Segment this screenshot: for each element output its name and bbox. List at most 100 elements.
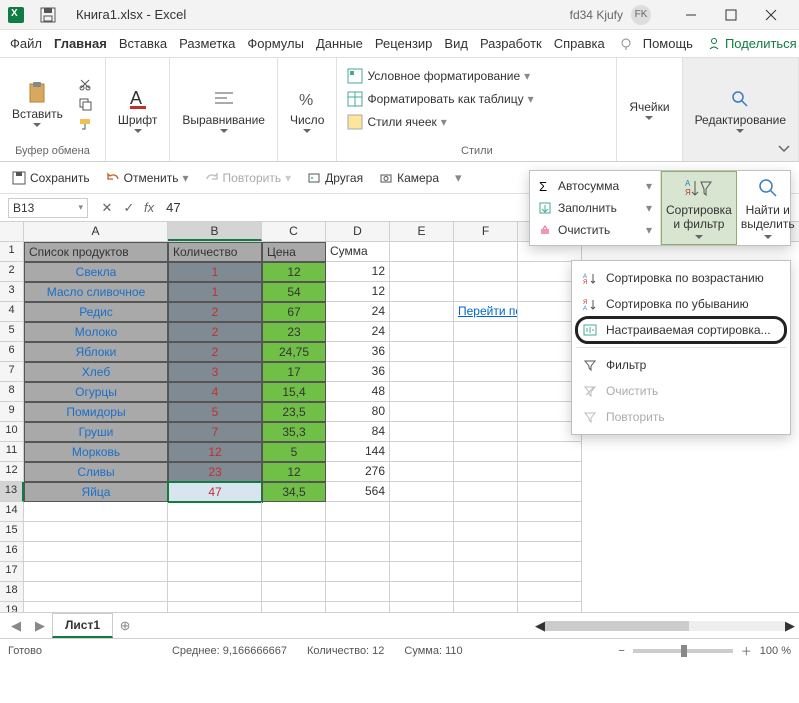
cell[interactable]: 1	[168, 262, 262, 282]
cell[interactable]: 12	[326, 262, 390, 282]
hscroll[interactable]: ◀▶	[535, 619, 795, 633]
qat-camera-button[interactable]: Камера	[375, 169, 443, 187]
cell[interactable]	[454, 542, 518, 562]
cell[interactable]: 15,4	[262, 382, 326, 402]
autosum-button[interactable]: ΣАвтосумма▾	[534, 175, 656, 197]
custom-sort-button[interactable]: Настраиваемая сортировка...	[576, 317, 786, 343]
cell[interactable]	[518, 582, 582, 602]
menu-file[interactable]: Файл	[4, 32, 48, 55]
editing-button[interactable]: Редактирование	[691, 83, 790, 137]
row-header[interactable]: 11	[0, 442, 24, 462]
cell[interactable]	[518, 502, 582, 522]
cell[interactable]: 12	[168, 442, 262, 462]
clear-button[interactable]: Очистить▾	[534, 219, 656, 241]
filter-button[interactable]: Фильтр	[576, 352, 786, 378]
cell[interactable]: 7	[168, 422, 262, 442]
zoom-out-button[interactable]: −	[618, 645, 624, 657]
zoom-in-button[interactable]: ＋	[741, 643, 752, 659]
cell[interactable]	[390, 302, 454, 322]
cell[interactable]	[390, 242, 454, 262]
cell[interactable]: Молоко	[24, 322, 168, 342]
hyperlink-cell[interactable]: Перейти по ссылк	[454, 302, 518, 322]
menu-developer[interactable]: Разработк	[474, 32, 548, 55]
fb-cancel-button[interactable]: ✕	[96, 200, 118, 216]
cell[interactable]: Огурцы	[24, 382, 168, 402]
cell[interactable]	[454, 342, 518, 362]
cell[interactable]: 24	[326, 302, 390, 322]
cell[interactable]: 35,3	[262, 422, 326, 442]
fill-button[interactable]: Заполнить▾	[534, 197, 656, 219]
col-header-A[interactable]: A	[24, 222, 168, 241]
cell[interactable]	[454, 322, 518, 342]
sort-filter-button[interactable]: АЯ Сортировка и фильтр	[661, 171, 737, 245]
col-header-E[interactable]: E	[390, 222, 454, 241]
row-header[interactable]: 13	[0, 482, 24, 502]
cell[interactable]	[454, 262, 518, 282]
cell[interactable]	[262, 502, 326, 522]
cell[interactable]	[326, 562, 390, 582]
cell[interactable]	[454, 282, 518, 302]
cell[interactable]	[454, 502, 518, 522]
cell[interactable]	[168, 522, 262, 542]
cell[interactable]	[24, 602, 168, 612]
sort-asc-button[interactable]: АЯСортировка по возрастанию	[576, 265, 786, 291]
cell[interactable]	[454, 242, 518, 262]
row-header[interactable]: 5	[0, 322, 24, 342]
ribbon-collapse-button[interactable]	[777, 141, 791, 155]
row-header[interactable]: 16	[0, 542, 24, 562]
cell[interactable]: Сумма	[326, 242, 390, 262]
row-header[interactable]: 4	[0, 302, 24, 322]
cell[interactable]	[390, 542, 454, 562]
cell[interactable]: Яблоки	[24, 342, 168, 362]
cell[interactable]	[326, 502, 390, 522]
tab-nav-next[interactable]: ▶	[28, 618, 52, 634]
zoom-slider[interactable]	[633, 649, 733, 653]
cell[interactable]: 276	[326, 462, 390, 482]
row-header[interactable]: 7	[0, 362, 24, 382]
cell[interactable]	[390, 522, 454, 542]
cell[interactable]	[168, 542, 262, 562]
menu-data[interactable]: Данные	[310, 32, 369, 55]
number-button[interactable]: % Число	[286, 83, 329, 137]
cell[interactable]	[518, 482, 582, 502]
cell[interactable]: 3	[168, 362, 262, 382]
cell[interactable]	[262, 542, 326, 562]
cell[interactable]: 12	[262, 262, 326, 282]
cell[interactable]: 67	[262, 302, 326, 322]
cell[interactable]	[24, 562, 168, 582]
cell[interactable]	[24, 582, 168, 602]
menu-home[interactable]: Главная	[48, 32, 113, 55]
cell[interactable]	[168, 562, 262, 582]
col-header-D[interactable]: D	[326, 222, 390, 241]
menu-review[interactable]: Рецензир	[369, 32, 439, 55]
cell[interactable]	[454, 442, 518, 462]
row-header[interactable]: 6	[0, 342, 24, 362]
cell[interactable]: 54	[262, 282, 326, 302]
cell[interactable]	[326, 602, 390, 612]
maximize-button[interactable]	[711, 0, 751, 30]
sort-desc-button[interactable]: ЯАСортировка по убыванию	[576, 291, 786, 317]
cell[interactable]	[262, 522, 326, 542]
row-header[interactable]: 15	[0, 522, 24, 542]
alignment-button[interactable]: Выравнивание	[178, 83, 269, 137]
cell[interactable]: 2	[168, 302, 262, 322]
formatpainter-button[interactable]	[73, 116, 97, 132]
cell[interactable]	[454, 482, 518, 502]
row-header[interactable]: 17	[0, 562, 24, 582]
paste-button[interactable]: Вставить	[8, 77, 67, 131]
find-select-button[interactable]: Найти и выделить	[737, 171, 799, 245]
cell[interactable]	[326, 542, 390, 562]
cell[interactable]: Хлеб	[24, 362, 168, 382]
cell[interactable]	[454, 382, 518, 402]
cell[interactable]	[262, 562, 326, 582]
cell[interactable]: 24,75	[262, 342, 326, 362]
copy-button[interactable]	[73, 96, 97, 112]
cell[interactable]	[24, 522, 168, 542]
row-header[interactable]: 19	[0, 602, 24, 612]
format-table-button[interactable]: Форматировать как таблицу▾	[345, 89, 608, 109]
cell[interactable]: Свекла	[24, 262, 168, 282]
cell[interactable]	[326, 582, 390, 602]
cell[interactable]	[454, 462, 518, 482]
row-header[interactable]: 3	[0, 282, 24, 302]
cell[interactable]	[454, 562, 518, 582]
